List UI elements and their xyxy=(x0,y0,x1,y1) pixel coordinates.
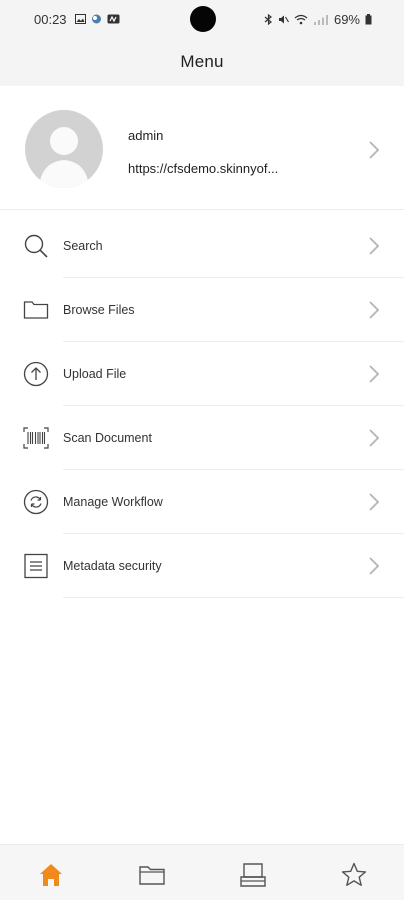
profile-row[interactable]: admin https://cfsdemo.skinnyof... xyxy=(0,96,404,210)
front-camera xyxy=(190,6,216,32)
battery-icon xyxy=(365,13,372,24)
user-silhouette-icon xyxy=(39,127,89,188)
signal-icon xyxy=(313,14,328,25)
status-left: 00:23 xyxy=(34,12,120,27)
mute-icon xyxy=(278,15,289,23)
star-icon[interactable] xyxy=(340,861,368,889)
home-icon[interactable] xyxy=(37,861,65,889)
menu-item-upload-file[interactable]: Upload File xyxy=(0,342,404,406)
upload-icon xyxy=(23,361,49,387)
profile-server-url: https://cfsdemo.skinnyof... xyxy=(128,161,279,176)
chevron-right-icon xyxy=(369,237,380,255)
chevron-right-icon xyxy=(369,429,380,447)
app-header: Menu xyxy=(0,38,404,86)
page-title: Menu xyxy=(180,52,224,71)
chevron-right-icon xyxy=(369,557,380,575)
bluetooth-icon xyxy=(264,13,272,25)
profile-username: admin xyxy=(128,128,164,143)
workflow-sync-icon xyxy=(23,489,49,515)
menu-item-label: Metadata security xyxy=(63,559,162,573)
document-list-icon xyxy=(24,553,48,579)
menu-item-search[interactable]: Search xyxy=(0,214,404,278)
status-right: 69% xyxy=(264,0,372,38)
menu-item-label: Search xyxy=(63,239,103,253)
menu-item-label: Manage Workflow xyxy=(63,495,163,509)
profile-info: admin https://cfsdemo.skinnyof... xyxy=(128,128,278,176)
menu-item-label: Browse Files xyxy=(63,303,135,317)
status-bar: 00:23 69% xyxy=(0,0,404,38)
folder-icon[interactable] xyxy=(138,861,166,889)
menu-item-label: Upload File xyxy=(63,367,127,381)
chevron-right-icon xyxy=(369,365,380,383)
avatar xyxy=(25,110,103,188)
battery-percent: 69% xyxy=(333,11,360,27)
folder-icon xyxy=(23,301,49,319)
wifi-icon xyxy=(294,14,308,24)
menu-item-browse-files[interactable]: Browse Files xyxy=(0,278,404,342)
gallery-notification-icon xyxy=(74,14,86,24)
app-notification-icon xyxy=(107,14,120,24)
inbox-tray-icon[interactable] xyxy=(239,861,267,889)
menu-item-label: Scan Document xyxy=(63,431,152,445)
chevron-right-icon xyxy=(369,301,380,319)
divider xyxy=(63,597,404,598)
chevron-right-icon xyxy=(369,493,380,511)
menu-item-scan-document[interactable]: Scan Document xyxy=(0,406,404,470)
bottom-nav xyxy=(0,844,404,900)
chevron-right-icon xyxy=(369,141,380,159)
menu-item-metadata-security[interactable]: Metadata security xyxy=(0,534,404,598)
status-time: 00:23 xyxy=(34,11,67,27)
search-icon xyxy=(24,234,48,258)
weather-notification-icon xyxy=(91,14,101,24)
app-screen: 00:23 69% Menu admin https://cfsdemo.ski… xyxy=(0,0,404,900)
menu-item-manage-workflow[interactable]: Manage Workflow xyxy=(0,470,404,534)
barcode-scan-icon xyxy=(23,427,49,449)
